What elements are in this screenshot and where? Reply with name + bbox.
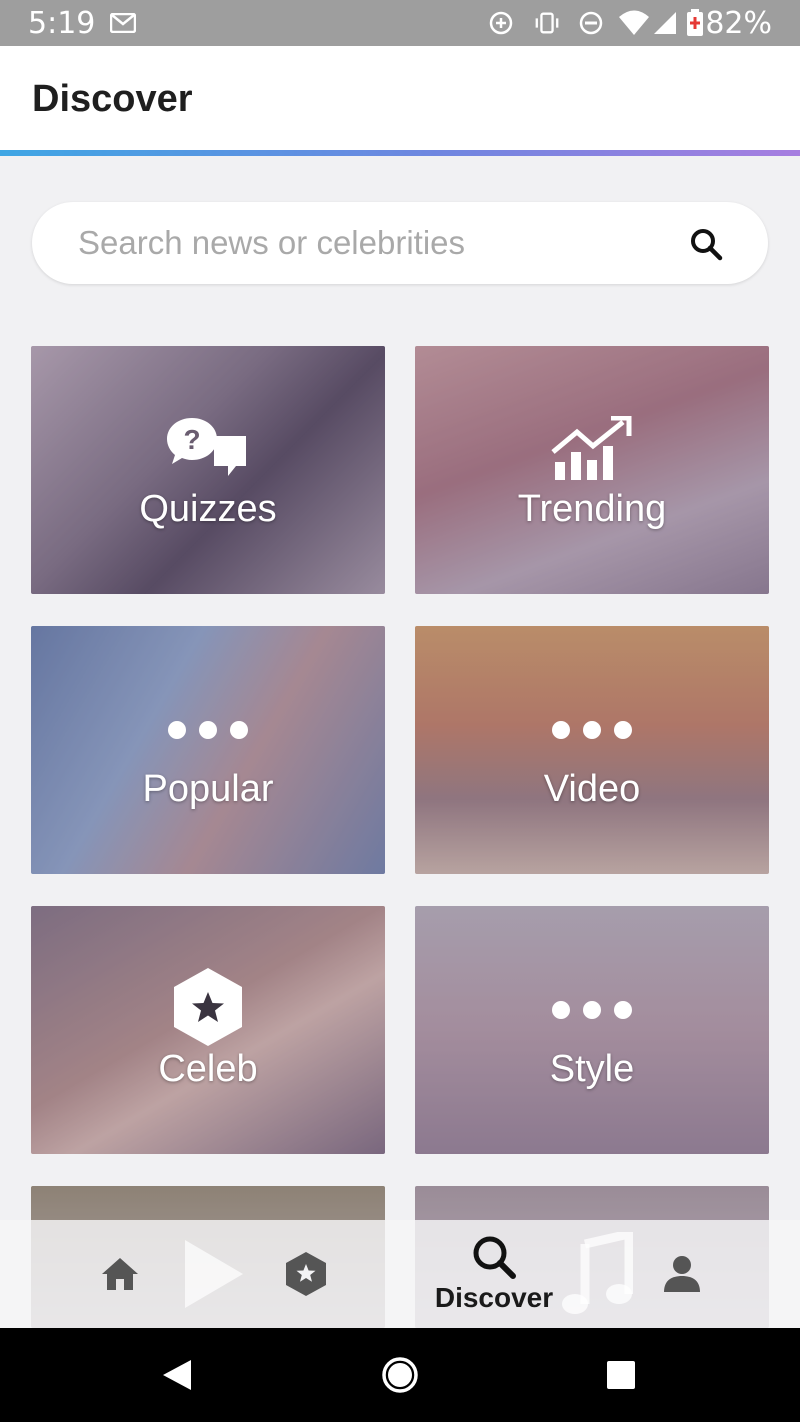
signal-icon — [652, 10, 678, 36]
tile-style[interactable]: Style — [415, 906, 769, 1154]
tile-celeb[interactable]: Celeb — [31, 906, 385, 1154]
home-icon — [102, 1258, 138, 1290]
nav-music[interactable] — [556, 1220, 636, 1328]
nav-play[interactable] — [172, 1220, 252, 1328]
tile-label: Video — [543, 768, 641, 810]
vibrate-icon — [534, 10, 560, 36]
nav-celeb[interactable] — [282, 1220, 330, 1328]
gmail-icon — [110, 10, 136, 36]
tile-label: Quizzes — [139, 488, 277, 530]
bottom-nav: Discover — [0, 1220, 800, 1328]
tile-overlay — [415, 626, 769, 874]
profile-icon — [664, 1256, 700, 1292]
tile-overlay — [415, 906, 769, 1154]
nav-discover[interactable]: Discover — [426, 1220, 562, 1328]
nav-profile[interactable] — [656, 1220, 708, 1328]
play-icon — [185, 1240, 243, 1308]
tile-quizzes[interactable]: ? Quizzes — [31, 346, 385, 594]
recents-icon[interactable] — [598, 1352, 644, 1398]
tile-label: Popular — [142, 768, 274, 810]
search-bar[interactable] — [32, 202, 768, 284]
tile-label: Style — [549, 1048, 635, 1090]
home-circle-icon[interactable] — [377, 1352, 423, 1398]
celeb-star-icon — [31, 966, 385, 1048]
search-input[interactable] — [78, 220, 678, 266]
app-bar: Discover — [0, 46, 800, 150]
tile-label: Celeb — [158, 1048, 258, 1090]
dots-icon — [31, 721, 385, 739]
dots-icon — [415, 721, 769, 739]
battery-percent: 82% — [705, 6, 772, 41]
nav-label-discover: Discover — [434, 1282, 554, 1313]
back-icon[interactable] — [154, 1352, 200, 1398]
dots-icon — [415, 1001, 769, 1019]
do-not-disturb-icon — [578, 10, 604, 36]
quiz-icon: ? — [31, 416, 385, 478]
tile-overlay — [31, 626, 385, 874]
tile-label: Trending — [517, 488, 667, 530]
header-accent-line — [0, 150, 800, 156]
search-icon — [473, 1236, 516, 1279]
battery-icon — [686, 9, 704, 36]
tile-popular[interactable]: Popular — [31, 626, 385, 874]
trending-icon — [415, 416, 769, 480]
wifi-icon — [618, 10, 650, 36]
status-bar: 5:19 82% — [0, 0, 800, 46]
search-icon[interactable] — [688, 226, 724, 262]
page-title: Discover — [32, 78, 193, 120]
music-icon — [562, 1232, 633, 1314]
nav-home[interactable] — [92, 1220, 148, 1328]
tile-trending[interactable]: Trending — [415, 346, 769, 594]
svg-text:?: ? — [183, 424, 200, 455]
status-time: 5:19 — [28, 6, 96, 41]
system-nav-bar — [0, 1328, 800, 1422]
celeb-star-icon — [286, 1252, 326, 1296]
data-saver-icon — [488, 10, 514, 36]
tile-video[interactable]: Video — [415, 626, 769, 874]
